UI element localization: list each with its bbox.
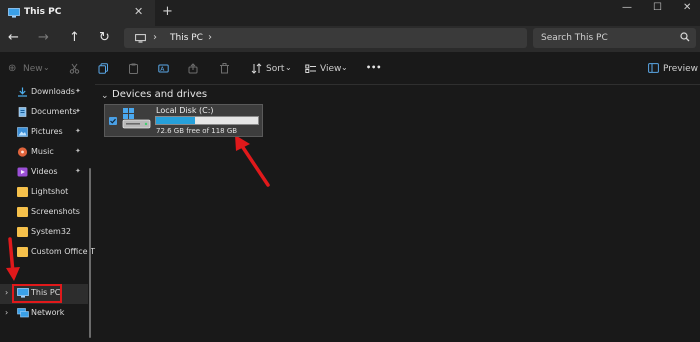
annotation-highlight-box <box>12 284 62 303</box>
share-icon[interactable] <box>188 63 199 74</box>
network-icon <box>17 308 29 318</box>
pin-icon: ✦ <box>75 167 81 175</box>
sidebar-item-pictures[interactable]: Pictures ✦ <box>0 123 88 143</box>
view-icon[interactable] <box>305 63 316 74</box>
new-icon[interactable]: ⊕ <box>8 63 16 74</box>
copy-icon[interactable] <box>98 63 109 74</box>
pc-icon <box>8 8 20 18</box>
group-header-devices-and-drives[interactable]: Devices and drives <box>112 89 207 100</box>
pin-icon: ✦ <box>75 147 81 155</box>
drive-name: Local Disk (C:) <box>156 106 214 115</box>
tab-label: This PC <box>24 7 62 17</box>
search-placeholder: Search This PC <box>541 33 608 43</box>
minimize-icon[interactable]: — <box>622 2 632 13</box>
new-chevron-icon: ⌄ <box>43 63 50 72</box>
sidebar-item-label: Network <box>31 308 65 317</box>
tab-close-icon[interactable]: ✕ <box>134 5 143 18</box>
forward-icon[interactable]: → <box>38 30 49 45</box>
expand-chevron-icon[interactable]: › <box>5 288 8 297</box>
new-tab-icon[interactable]: + <box>162 4 173 19</box>
breadcrumb-chevron-icon[interactable]: › <box>208 32 212 43</box>
windows-drive-icon <box>122 108 152 130</box>
sidebar-item-label: Music <box>31 147 54 156</box>
sidebar-item-label: System32 <box>31 227 72 236</box>
rename-icon[interactable]: A <box>158 63 169 74</box>
expand-chevron-icon[interactable]: › <box>5 308 8 317</box>
sidebar-item-downloads[interactable]: Downloads ✦ <box>0 83 88 103</box>
sidebar-scrollbar[interactable] <box>89 168 91 338</box>
sidebar-item-lightshot[interactable]: Lightshot <box>0 183 88 203</box>
breadcrumb-chevron-icon[interactable]: › <box>153 32 157 43</box>
sort-icon[interactable] <box>251 63 262 74</box>
pin-icon: ✦ <box>75 127 81 135</box>
annotation-arrow-icon <box>235 135 270 187</box>
up-icon[interactable]: ↑ <box>69 30 80 45</box>
view-chevron-icon: ⌄ <box>341 63 348 72</box>
sidebar-item-label: Documents <box>31 107 77 116</box>
breadcrumb-this-pc[interactable]: This PC <box>170 33 203 43</box>
cut-icon[interactable] <box>69 63 80 74</box>
sort-button[interactable]: Sort <box>266 64 284 74</box>
pictures-icon <box>17 127 28 137</box>
view-button[interactable]: View <box>320 64 341 74</box>
documents-icon <box>17 107 28 117</box>
sidebar-item-videos[interactable]: Videos ✦ <box>0 163 88 183</box>
drive-usage-bar-fill <box>156 117 195 124</box>
folder-icon <box>17 207 28 217</box>
preview-button[interactable]: Preview <box>663 64 698 74</box>
refresh-icon[interactable]: ↻ <box>99 30 110 45</box>
sidebar-item-documents[interactable]: Documents ✦ <box>0 103 88 123</box>
selection-checkbox[interactable] <box>109 117 117 125</box>
more-options-icon[interactable]: ••• <box>366 63 381 72</box>
close-window-icon[interactable]: ✕ <box>683 2 691 13</box>
new-button[interactable]: New <box>23 64 43 74</box>
sidebar-item-music[interactable]: Music ✦ <box>0 143 88 163</box>
sidebar-item-label: Screenshots <box>31 207 80 216</box>
group-collapse-chevron-icon[interactable]: ⌄ <box>101 91 109 101</box>
pin-icon: ✦ <box>75 107 81 115</box>
sidebar-item-label: Custom Office T <box>31 247 95 256</box>
download-icon <box>17 87 28 97</box>
annotation-arrow-icon <box>6 237 20 281</box>
delete-icon[interactable] <box>219 63 230 74</box>
pin-icon: ✦ <box>75 87 81 95</box>
search-icon[interactable] <box>680 32 690 42</box>
paste-icon[interactable] <box>128 63 139 74</box>
monitor-icon <box>135 34 146 43</box>
folder-icon <box>17 187 28 197</box>
tab-this-pc[interactable]: This PC ✕ <box>0 0 155 26</box>
sidebar-item-label: Videos <box>31 167 58 176</box>
videos-icon <box>17 167 28 177</box>
preview-pane-icon[interactable] <box>648 63 659 74</box>
sort-chevron-icon: ⌄ <box>285 63 292 72</box>
drive-free-space: 72.6 GB free of 118 GB <box>156 127 238 135</box>
sidebar-item-label: Pictures <box>31 127 63 136</box>
music-icon <box>17 147 28 157</box>
sidebar-item-screenshots[interactable]: Screenshots <box>0 203 88 223</box>
back-icon[interactable]: ← <box>8 30 19 45</box>
sidebar-item-network[interactable]: › Network <box>0 304 88 324</box>
maximize-icon[interactable]: ☐ <box>653 2 662 13</box>
sidebar-item-label: Lightshot <box>31 187 69 196</box>
sidebar-item-label: Downloads <box>31 87 75 96</box>
